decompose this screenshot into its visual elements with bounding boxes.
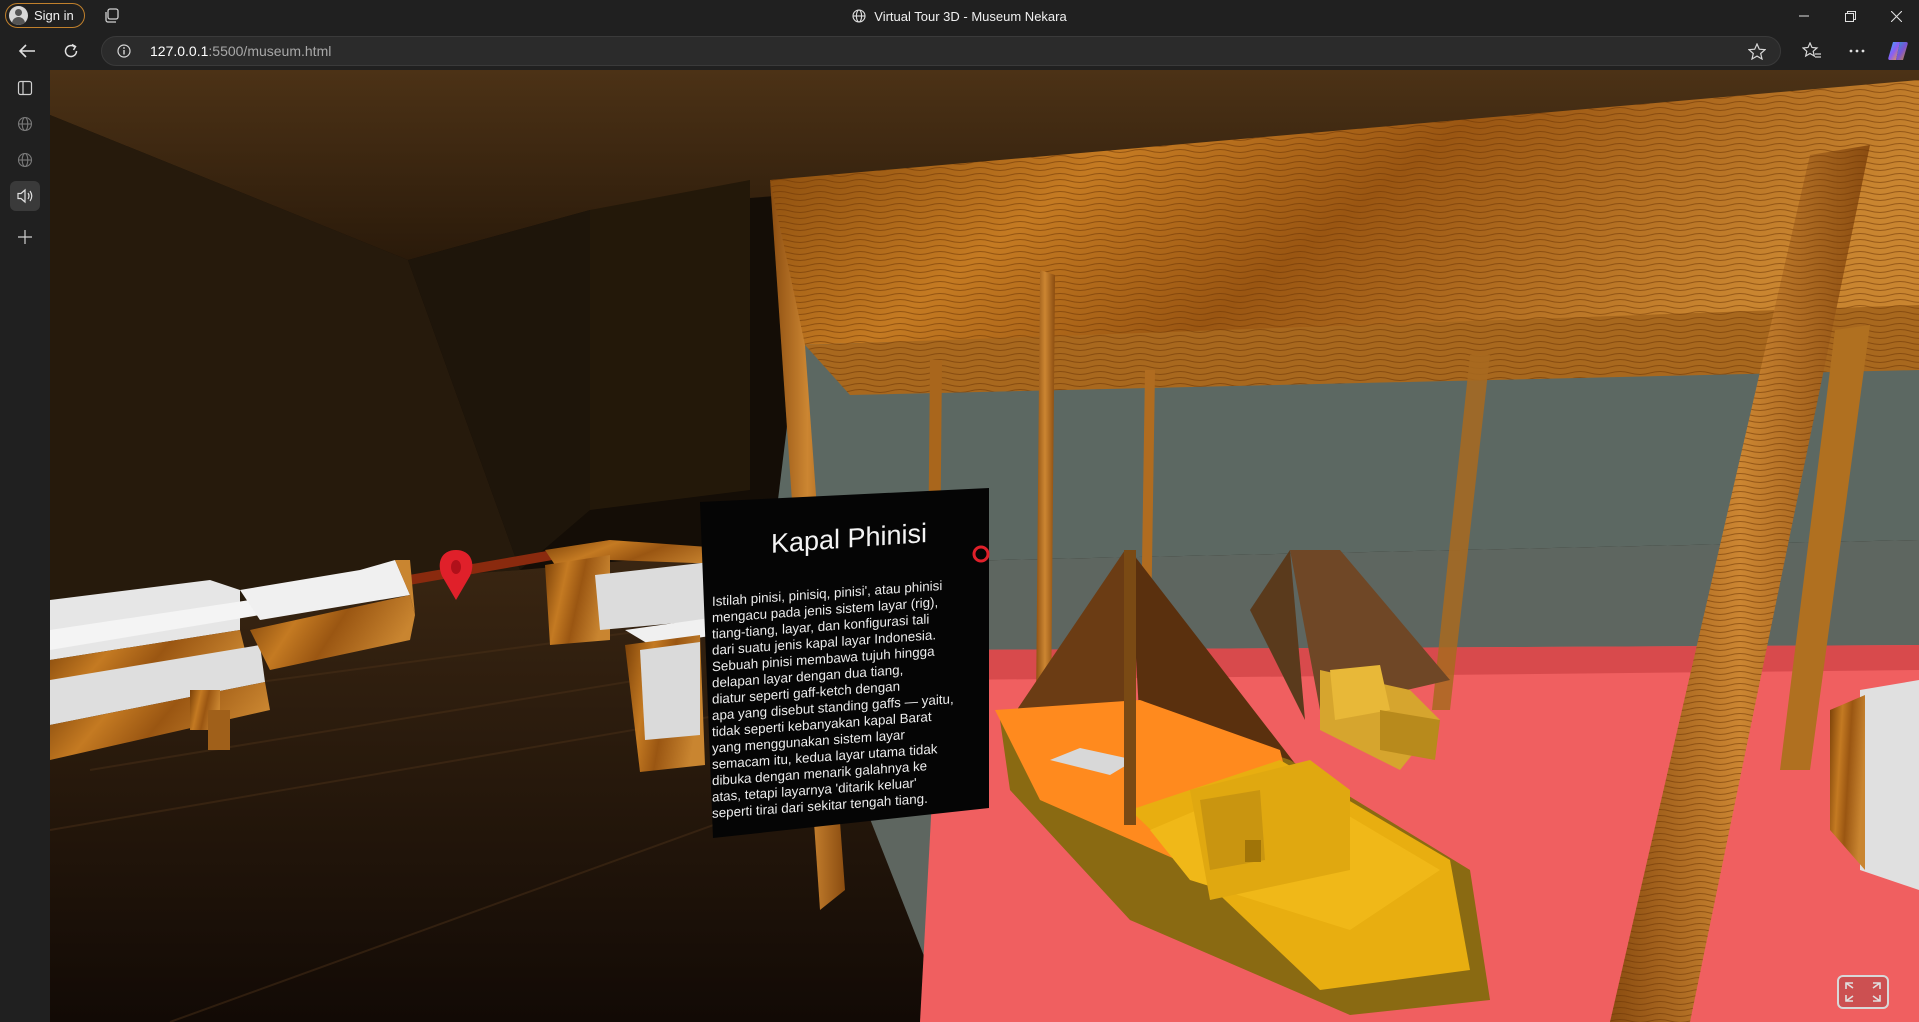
more-menu-button[interactable]: [1842, 36, 1872, 66]
favorites-button[interactable]: [1797, 36, 1827, 66]
browser-title-bar: Sign in Virtual Tour 3D - Museum Nekara: [0, 0, 1919, 32]
back-button[interactable]: [12, 36, 42, 66]
minimize-icon: [1799, 15, 1809, 17]
globe-icon: [17, 116, 33, 132]
favorite-star-icon[interactable]: [1748, 42, 1766, 60]
refresh-icon: [64, 43, 78, 58]
fullscreen-icon: [1845, 982, 1881, 1002]
panel-icon: [17, 80, 33, 96]
sidebar-web-app-2[interactable]: [10, 145, 40, 175]
window-title: Virtual Tour 3D - Museum Nekara: [0, 0, 1919, 32]
globe-icon: [852, 9, 866, 23]
close-icon: [1890, 10, 1902, 22]
speaker-icon: [17, 188, 33, 204]
url-host: 127.0.0.1: [150, 43, 209, 59]
restore-icon: [1844, 10, 1856, 22]
more-dots-icon: [1849, 49, 1865, 53]
sidebar-panel-button[interactable]: [10, 73, 40, 103]
refresh-button[interactable]: [56, 36, 86, 66]
url-text: 127.0.0.1:5500/museum.html: [150, 43, 331, 59]
site-info-icon[interactable]: [117, 44, 131, 58]
browser-toolbar: 127.0.0.1:5500/museum.html: [0, 32, 1919, 70]
url-path: :5500/museum.html: [208, 43, 332, 59]
museum-scene[interactable]: [50, 70, 1919, 1022]
address-bar[interactable]: 127.0.0.1:5500/museum.html: [101, 36, 1781, 66]
plus-icon: [18, 230, 32, 244]
globe-icon: [17, 152, 33, 168]
fullscreen-button[interactable]: [1837, 975, 1889, 1009]
browser-sidebar: [0, 70, 50, 1022]
museum-3d-viewport[interactable]: Kapal Phinisi Istilah pinisi, pinisiq, p…: [50, 70, 1919, 1022]
favorites-list-icon: [1802, 42, 1821, 58]
copilot-icon: [1888, 42, 1908, 60]
restore-button[interactable]: [1827, 0, 1873, 32]
sidebar-audio-button[interactable]: [10, 181, 40, 211]
sidebar-add-button[interactable]: [10, 222, 40, 252]
sidebar-web-app-1[interactable]: [10, 109, 40, 139]
back-wall-right: [590, 180, 750, 510]
copilot-button[interactable]: [1883, 36, 1913, 66]
back-arrow-icon: [18, 44, 35, 58]
minimize-button[interactable]: [1781, 0, 1827, 32]
close-window-button[interactable]: [1873, 0, 1919, 32]
window-title-text: Virtual Tour 3D - Museum Nekara: [874, 8, 1067, 24]
